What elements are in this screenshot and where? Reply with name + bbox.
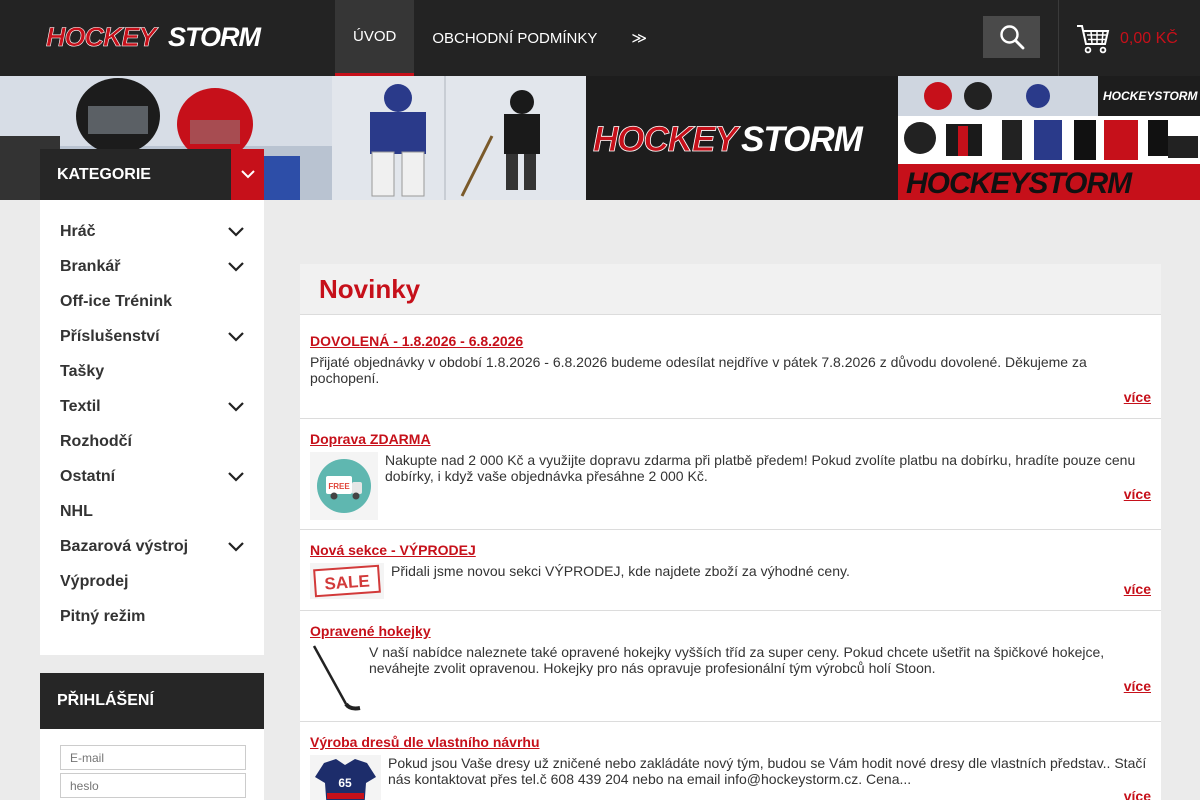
news-item-body: FREE Nakupte nad 2 000 Kč a využijte dop… <box>310 452 1151 520</box>
categories-title: KATEGORIE <box>57 165 151 183</box>
categories-toggle-button[interactable] <box>231 149 264 200</box>
equipment-collage: HOCKEYSTORM HOCKEYSTORM <box>898 76 1200 200</box>
login-title: PŘIHLÁŠENÍ <box>57 692 154 709</box>
news-more-link[interactable]: více <box>1124 486 1151 502</box>
hockey-stick-thumbnail <box>310 644 362 712</box>
category-item[interactable]: Příslušenství <box>40 319 264 354</box>
news-item-text: Přijaté objednávky v období 1.8.2026 - 6… <box>310 354 1087 386</box>
category-item[interactable]: Brankář <box>40 249 264 284</box>
news-more-link[interactable]: více <box>1124 581 1151 597</box>
category-label: Brankář <box>60 257 121 275</box>
news-item-body: V naší nabídce naleznete také opravené h… <box>310 644 1151 712</box>
category-label: Off-ice Trénink <box>60 292 173 310</box>
goalie-photo <box>332 76 586 200</box>
news-item-title[interactable]: Opravené hokejky <box>310 623 1151 639</box>
category-label: Bazarová výstroj <box>60 537 189 555</box>
news-item-body: SALE Přidali jsme novou sekci VÝPRODEJ, … <box>310 563 1151 599</box>
search-icon <box>999 25 1024 50</box>
news-item-title[interactable]: Výroba dresů dle vlastního návrhu <box>310 734 1151 750</box>
news-item: Nová sekce - VÝPRODEJ SALE Přidali jsme … <box>300 529 1161 610</box>
chevron-down-icon[interactable] <box>228 401 244 412</box>
nav-item-uvod[interactable]: ÚVOD <box>335 0 415 76</box>
main-nav: ÚVOD OBCHODNÍ PODMÍNKY ≫ <box>335 0 663 76</box>
jersey-thumbnail: 65 <box>310 755 381 800</box>
cart-icon <box>1077 25 1110 54</box>
news-more-link[interactable]: více <box>1124 788 1151 800</box>
news-more-link[interactable]: více <box>1124 389 1151 405</box>
svg-text:HOCKEY: HOCKEY <box>46 22 160 52</box>
category-item[interactable]: Pitný režim <box>40 599 264 634</box>
news-item: Opravené hokejky V naší nabídce naleznet… <box>300 610 1161 721</box>
category-item[interactable]: Textil <box>40 389 264 424</box>
login-form <box>40 729 264 800</box>
category-label: Textil <box>60 397 101 415</box>
news-panel: Novinky DOVOLENÁ - 1.8.2026 - 6.8.2026 P… <box>300 264 1161 800</box>
cart-button[interactable]: 0,00 KČ <box>1076 22 1178 56</box>
cart-divider <box>1058 0 1059 76</box>
news-item-text: Pokud jsou Vaše dresy už zničené nebo za… <box>388 755 1147 787</box>
news-item-text: V naší nabídce naleznete také opravené h… <box>369 644 1105 676</box>
category-item[interactable]: Rozhodčí <box>40 424 264 459</box>
news-item: DOVOLENÁ - 1.8.2026 - 6.8.2026 Přijaté o… <box>300 314 1161 418</box>
svg-text:HOCKEYSTORM: HOCKEYSTORM <box>1103 89 1198 103</box>
banner-logo-panel: HOCKEY STORM <box>586 76 898 200</box>
news-item-body: Přijaté objednávky v období 1.8.2026 - 6… <box>310 354 1151 386</box>
category-item[interactable]: Tašky <box>40 354 264 389</box>
cart-total[interactable]: 0,00 KČ <box>1120 30 1178 48</box>
free-delivery-thumbnail: FREE <box>310 452 378 520</box>
category-item[interactable]: Hráč <box>40 214 264 249</box>
password-field[interactable] <box>60 773 246 798</box>
chevron-down-icon[interactable] <box>228 541 244 552</box>
category-label: Příslušenství <box>60 327 160 345</box>
svg-text:HOCKEYSTORM: HOCKEYSTORM <box>906 167 1133 200</box>
chevron-down-icon[interactable] <box>228 331 244 342</box>
email-field[interactable] <box>60 745 246 770</box>
svg-text:STORM: STORM <box>168 22 262 52</box>
category-label: NHL <box>60 502 93 520</box>
sale-badge-text: SALE <box>324 571 371 593</box>
category-item[interactable]: Výprodej <box>40 564 264 599</box>
category-label: Hráč <box>60 222 96 240</box>
site-logo[interactable]: HOCKEY STORM <box>44 22 288 52</box>
category-item[interactable]: Bazarová výstroj <box>40 529 264 564</box>
search-button[interactable] <box>983 16 1040 58</box>
chevron-down-icon <box>240 170 255 179</box>
news-item-text: Přidali jsme novou sekci VÝPRODEJ, kde n… <box>391 563 850 579</box>
category-label: Výprodej <box>60 572 129 590</box>
news-item-body: 65 Pokud jsou Vaše dresy už zničené nebo… <box>310 755 1151 800</box>
chevron-down-icon[interactable] <box>228 471 244 482</box>
chevron-down-icon[interactable] <box>228 226 244 237</box>
sale-thumbnail: SALE <box>310 563 384 599</box>
category-label: Ostatní <box>60 467 116 485</box>
svg-text:HOCKEY: HOCKEY <box>593 120 740 158</box>
news-item-title[interactable]: Nová sekce - VÝPRODEJ <box>310 542 1151 558</box>
news-item: Doprava ZDARMA FREE Nakupte nad 2 000 Kč… <box>300 418 1161 529</box>
jersey-number-text: 65 <box>338 776 352 790</box>
news-item-text: Nakupte nad 2 000 Kč a využijte dopravu … <box>385 452 1136 484</box>
categories-list: Hráč Brankář Off-ice Trénink Příslušenství T… <box>40 200 264 655</box>
nav-more-button[interactable]: ≫ <box>615 0 663 76</box>
news-more-link[interactable]: více <box>1124 678 1151 694</box>
banner-logo: HOCKEY STORM <box>593 120 865 158</box>
category-item[interactable]: Ostatní <box>40 459 264 494</box>
categories-header: KATEGORIE <box>40 149 264 200</box>
chevron-down-icon[interactable] <box>228 261 244 272</box>
category-item[interactable]: Off-ice Trénink <box>40 284 264 319</box>
news-title: Novinky <box>319 273 421 304</box>
free-badge-text: FREE <box>328 482 350 491</box>
category-label: Tašky <box>60 362 105 380</box>
category-label: Rozhodčí <box>60 432 132 450</box>
nav-item-obchodni-podminky[interactable]: OBCHODNÍ PODMÍNKY <box>414 0 615 76</box>
svg-text:STORM: STORM <box>741 120 864 158</box>
category-item[interactable]: NHL <box>40 494 264 529</box>
news-header: Novinky <box>300 264 1161 314</box>
category-label: Pitný režim <box>60 607 146 625</box>
top-bar: HOCKEY STORM ÚVOD OBCHODNÍ PODMÍNKY ≫ 0,… <box>0 0 1200 76</box>
login-header: PŘIHLÁŠENÍ <box>40 673 264 729</box>
news-item-title[interactable]: DOVOLENÁ - 1.8.2026 - 6.8.2026 <box>310 333 1151 349</box>
news-item: Výroba dresů dle vlastního návrhu 65 Pok… <box>300 721 1161 800</box>
news-item-title[interactable]: Doprava ZDARMA <box>310 431 1151 447</box>
